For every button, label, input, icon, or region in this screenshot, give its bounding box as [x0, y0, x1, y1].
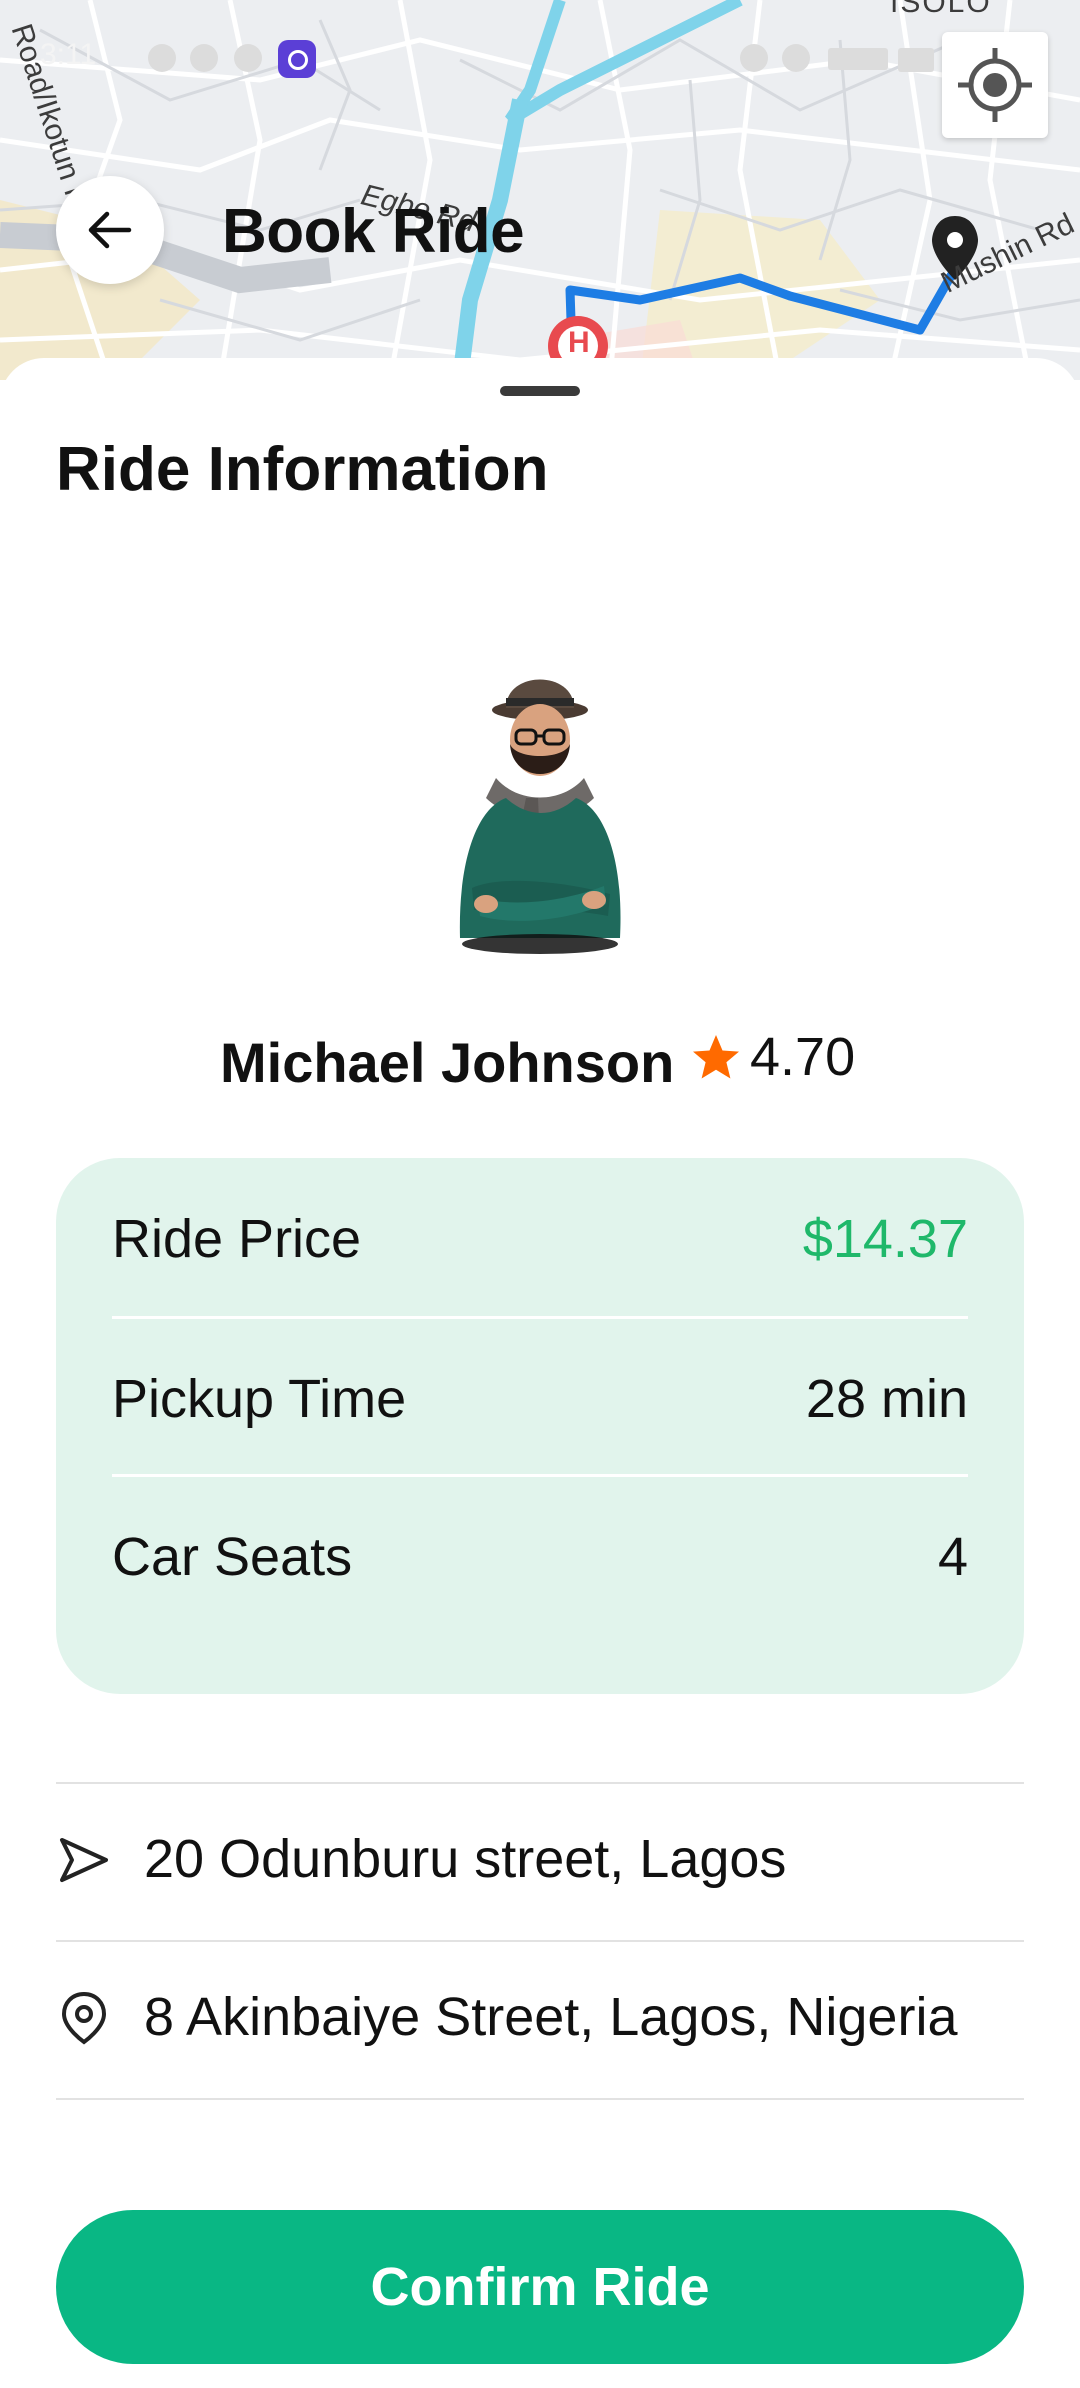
hospital-pin-label: H: [568, 326, 590, 359]
map-view[interactable]: Road/Ikotun R ISOLO Egbe Rd Mushin Rd H …: [0, 0, 1080, 380]
arrow-left-icon: [88, 211, 132, 249]
locate-icon: [958, 48, 1032, 122]
alarm-status-icon: [782, 44, 810, 72]
app-notification-icon: [278, 40, 316, 78]
ride-price-value: $14.37: [802, 1209, 968, 1269]
destination-address: 8 Akinbaiye Street, Lagos, Nigeria: [144, 1987, 958, 2047]
star-icon: [693, 1035, 739, 1079]
notification-icon: [190, 44, 218, 72]
info-row-price: Ride Price $14.37: [112, 1158, 968, 1316]
back-button[interactable]: [56, 176, 164, 284]
info-row-car-seats: Car Seats 4: [112, 1476, 968, 1634]
signal-icon: [828, 48, 888, 70]
location-status-icon: [740, 44, 768, 72]
map-area-label: ISOLO: [890, 0, 992, 19]
pickup-address-row[interactable]: 20 Odunburu street, Lagos: [56, 1784, 1024, 1940]
confirm-ride-button[interactable]: Confirm Ride: [56, 2210, 1024, 2364]
pickup-address: 20 Odunburu street, Lagos: [144, 1829, 787, 1889]
locate-me-button[interactable]: [942, 32, 1048, 138]
map-pin-icon: [61, 1991, 107, 2045]
info-label: Ride Price: [112, 1209, 362, 1269]
driver-name: Michael Johnson: [220, 1031, 675, 1094]
ride-info-card: Ride Price $14.37 Pickup Time 28 min Car…: [56, 1158, 1024, 1694]
notification-icon: [234, 44, 262, 72]
pickup-time-value: 28 min: [805, 1369, 968, 1429]
info-row-pickup-time: Pickup Time 28 min: [112, 1318, 968, 1476]
driver-avatar: [459, 679, 621, 954]
navigation-arrow-icon: [60, 1838, 108, 1882]
section-title: Ride Information: [56, 435, 549, 504]
status-bar: 3:11 42: [0, 30, 1080, 86]
page-title: Book Ride: [222, 197, 525, 266]
notification-icon: [148, 44, 176, 72]
info-label: Pickup Time: [112, 1369, 407, 1429]
driver-rating: 4.70: [750, 1027, 856, 1087]
info-label: Car Seats: [112, 1527, 353, 1587]
car-seats-value: 4: [937, 1527, 968, 1587]
drag-handle[interactable]: [500, 386, 580, 396]
signal-bars-icon: [898, 48, 934, 72]
destination-address-row[interactable]: 8 Akinbaiye Street, Lagos, Nigeria: [56, 1942, 1024, 2098]
ride-info-sheet: Ride Information Michael Johnson 4.70 Ri…: [0, 358, 1080, 2388]
status-time: 3:11: [40, 38, 97, 71]
divider: [56, 2098, 1024, 2100]
